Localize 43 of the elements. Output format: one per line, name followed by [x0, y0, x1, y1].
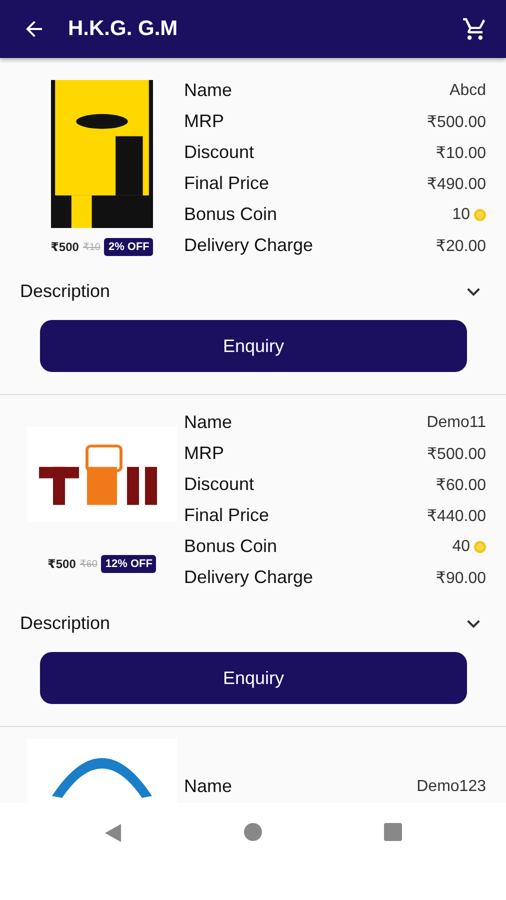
field-label: Name	[184, 412, 232, 433]
field-value: ₹440.00	[426, 506, 486, 526]
enquiry-button[interactable]: Enquiry	[40, 652, 467, 704]
field-value: Demo123	[416, 778, 486, 796]
cart-icon	[462, 16, 488, 42]
description-toggle[interactable]: Description	[20, 281, 486, 302]
field-value: ₹500.00	[426, 444, 486, 464]
field-value: ₹90.00	[436, 568, 486, 588]
field-value: ₹10.00	[436, 144, 486, 162]
coin-icon	[474, 208, 486, 220]
field-label: Delivery Charge	[184, 235, 314, 256]
field-value: 40	[452, 538, 470, 556]
field-value: Abcd	[450, 82, 486, 100]
field-value: ₹20.00	[436, 236, 486, 256]
description-toggle[interactable]: Description	[20, 613, 486, 634]
cart-button[interactable]	[462, 16, 488, 42]
discount-badge: 12% OFF	[101, 555, 156, 573]
discount-badge: 2% OFF	[104, 238, 154, 256]
back-nav-icon[interactable]	[104, 823, 122, 843]
field-value: ₹490.00	[426, 174, 486, 194]
old-price: ₹60	[80, 558, 98, 570]
field-label: Discount	[184, 474, 254, 495]
coin-icon	[474, 540, 486, 552]
field-label: Final Price	[184, 173, 270, 194]
field-label: Bonus Coin	[184, 204, 278, 225]
app-title: H.K.G. G.M	[68, 17, 179, 41]
field-value: ₹60.00	[436, 476, 486, 494]
field-value: Demo11	[426, 414, 486, 432]
field-label: Final Price	[184, 505, 270, 526]
price: ₹500	[50, 240, 79, 254]
home-nav-icon[interactable]	[244, 823, 262, 841]
enquiry-button[interactable]: Enquiry	[40, 320, 467, 372]
field-label: Name	[184, 80, 232, 101]
field-label: Bonus Coin	[184, 536, 278, 557]
field-value: ₹500.00	[426, 112, 486, 132]
price: ₹500	[48, 557, 76, 571]
old-price: ₹10	[82, 242, 100, 252]
field-label: MRP	[184, 111, 224, 132]
field-label: Discount	[184, 142, 254, 163]
field-value: 10	[452, 206, 470, 224]
field-label: MRP	[184, 443, 224, 464]
field-label: Delivery Charge	[184, 567, 314, 588]
field-label: Name	[184, 776, 232, 797]
